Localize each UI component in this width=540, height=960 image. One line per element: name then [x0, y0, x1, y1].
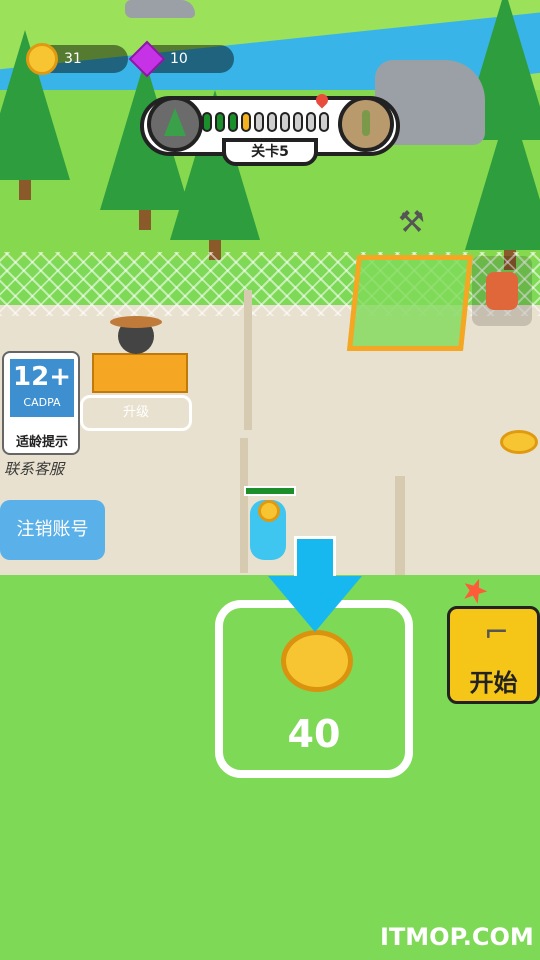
- player-health-bar: [244, 486, 296, 496]
- gold-coin-icon: [26, 43, 58, 75]
- dropped-coin-icon: [500, 430, 538, 454]
- arena-wall: [244, 290, 252, 430]
- rating-hint: 适龄提示: [15, 435, 68, 450]
- gold-coin-icon: [281, 630, 353, 692]
- carried-coin-icon: [258, 500, 280, 522]
- level-segment: [202, 112, 212, 132]
- age-rating-card[interactable]: 12+ CADPA 适龄提示: [2, 351, 80, 455]
- upgrade-pad-label: 升级: [122, 405, 149, 420]
- down-arrow-head: [268, 576, 362, 632]
- level-label: 关卡5: [222, 138, 318, 166]
- level-segment: [267, 112, 277, 132]
- start-button-label: 开始: [469, 669, 518, 697]
- backpack-icon: [486, 272, 518, 310]
- start-button[interactable]: ⌐ 开始: [447, 606, 540, 704]
- level-segment: [241, 112, 251, 132]
- coin-count: 31: [64, 51, 82, 67]
- down-arrow-icon: [294, 536, 336, 576]
- desert-stage-icon: [338, 96, 394, 152]
- contact-service-link[interactable]: 联系客服: [4, 458, 64, 479]
- arena-wall: [240, 438, 248, 573]
- level-segment: [228, 112, 238, 132]
- level-segment: [280, 112, 290, 132]
- arena-wall: [395, 476, 405, 576]
- pistol-icon: ⌐: [484, 615, 510, 650]
- cowboy-hat-icon: [110, 316, 162, 328]
- age-rating-text: 12+: [13, 362, 71, 392]
- tree-stage-icon: [147, 96, 203, 152]
- cancel-account-button[interactable]: 注销账号: [0, 500, 105, 560]
- gem-count: 10: [170, 51, 188, 67]
- level-segment: [319, 112, 329, 132]
- backpack-button[interactable]: [472, 256, 532, 326]
- shop-counter: [92, 353, 188, 393]
- upgrade-pad[interactable]: 升级: [80, 395, 192, 431]
- watermark: ITMOP.COM: [380, 923, 534, 951]
- level-segment: [215, 112, 225, 132]
- age-rating-badge: 12+ CADPA: [10, 359, 74, 417]
- hammer-icon[interactable]: ⚒: [398, 205, 425, 240]
- level-segment: [306, 112, 316, 132]
- level-segment: [254, 112, 264, 132]
- level-segment: [293, 112, 303, 132]
- level-segments: [202, 112, 338, 136]
- rating-org: CADPA: [23, 396, 61, 409]
- build-plot-outline[interactable]: [346, 255, 474, 351]
- boulder: [125, 0, 195, 18]
- unlock-cost: 40: [287, 712, 341, 756]
